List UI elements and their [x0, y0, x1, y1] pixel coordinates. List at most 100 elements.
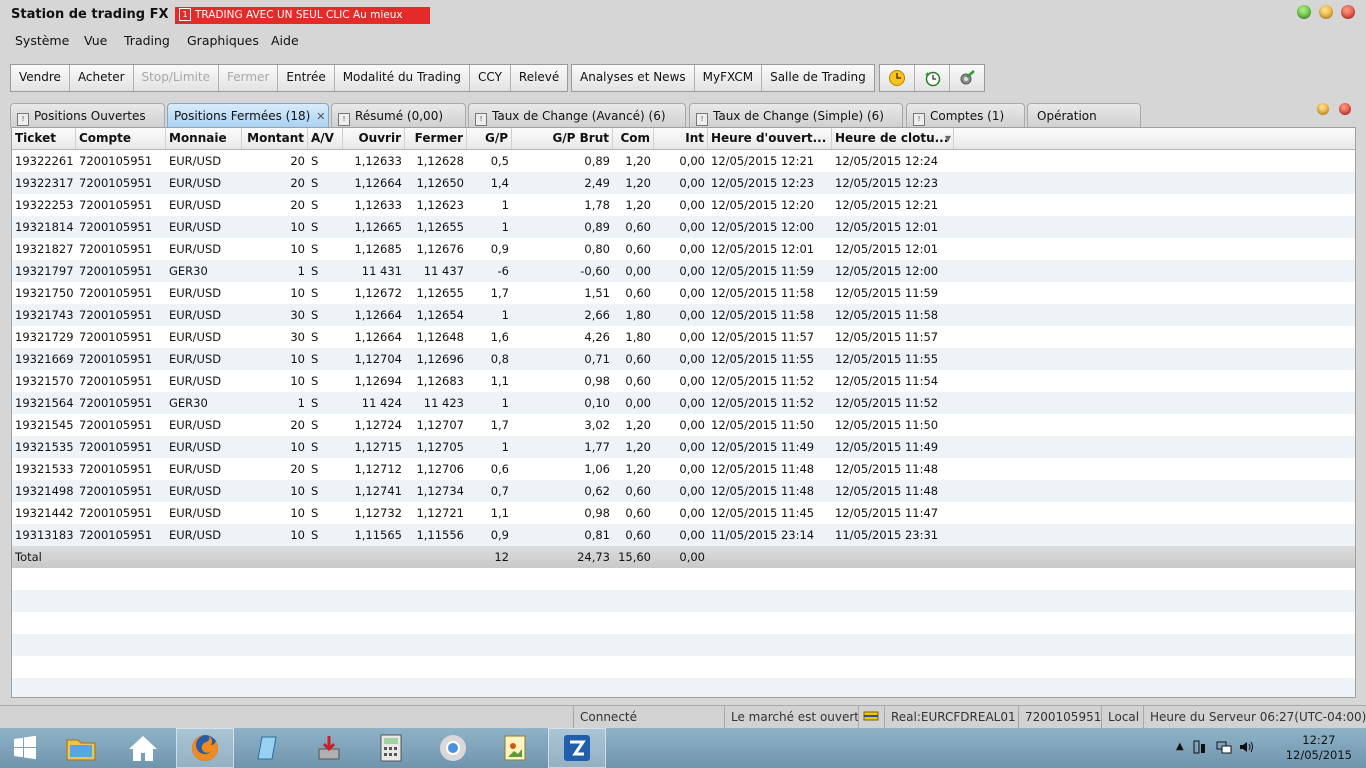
- table-row[interactable]: 19322261 7200105951 EUR/USD 20 S 1,12633 1,126…: [12, 150, 1355, 172]
- window-minimize-button[interactable]: [1319, 5, 1333, 19]
- table-row[interactable]: 19321669 7200105951 EUR/USD 10 S 1,12704 1,126…: [12, 348, 1355, 370]
- table-row[interactable]: 19321564 7200105951 GER30 1 S 11 424 11 423 1 0,…: [12, 392, 1355, 414]
- table-row[interactable]: 19321442 7200105951 EUR/USD 10 S 1,12732 1,127…: [12, 502, 1355, 524]
- cell-gp: 1: [501, 308, 509, 322]
- window-close-button[interactable]: [1341, 5, 1355, 19]
- cell-com: 1,20: [625, 462, 651, 476]
- action-center-icon[interactable]: [1192, 739, 1208, 755]
- window-maximize-button[interactable]: [1297, 5, 1311, 19]
- installer-icon[interactable]: [300, 728, 358, 768]
- cell-monnaie: GER30: [169, 264, 208, 278]
- cell-int: 0,00: [679, 264, 705, 278]
- settings-gear-icon[interactable]: [950, 65, 984, 91]
- system-clock[interactable]: 12:27 12/05/2015: [1286, 733, 1352, 763]
- table-row[interactable]: 19321814 7200105951 EUR/USD 10 S 1,12665 1,126…: [12, 216, 1355, 238]
- col-header-fermer[interactable]: Fermer: [405, 128, 467, 149]
- trading-mode-button[interactable]: Modalité du Trading: [335, 65, 471, 91]
- col-header-monnaie[interactable]: Monnaie: [166, 128, 242, 149]
- col-header-compte[interactable]: Compte: [76, 128, 166, 149]
- tab-taux-change-avance[interactable]: ! Taux de Change (Avancé) (6): [468, 103, 686, 127]
- col-header-ticket[interactable]: Ticket: [12, 128, 76, 149]
- menu-vue[interactable]: Vue: [84, 33, 107, 48]
- menu-systeme[interactable]: Système: [15, 33, 69, 48]
- col-header-ouvrir[interactable]: Ouvrir: [343, 128, 405, 149]
- fxcm-trading-station-icon[interactable]: [548, 728, 606, 768]
- cell-compte: 7200105951: [79, 154, 153, 168]
- one-click-trading-alert[interactable]: 1 TRADING AVEC UN SEUL CLIC Au mieux: [175, 7, 430, 24]
- table-row[interactable]: 19321533 7200105951 EUR/USD 20 S 1,12712 1,127…: [12, 458, 1355, 480]
- tab-positions-ouvertes[interactable]: ! Positions Ouvertes: [10, 103, 165, 127]
- firefox-icon[interactable]: [176, 728, 234, 768]
- tab-taux-change-simple[interactable]: ! Taux de Change (Simple) (6): [689, 103, 903, 127]
- col-header-montant[interactable]: Montant: [242, 128, 308, 149]
- col-header-gp-brut[interactable]: G/P Brut: [512, 128, 613, 149]
- file-explorer-icon[interactable]: [52, 728, 110, 768]
- chrome-icon[interactable]: [424, 728, 482, 768]
- table-row[interactable]: 19321535 7200105951 EUR/USD 10 S 1,12715 1,127…: [12, 436, 1355, 458]
- cell-av: S: [311, 374, 319, 388]
- cell-av: S: [311, 242, 319, 256]
- tab-positions-fermees[interactable]: Positions Fermées (18) ✕: [167, 103, 329, 127]
- cell-heure-cloture: 12/05/2015 12:00: [835, 264, 939, 278]
- image-viewer-icon[interactable]: [486, 728, 544, 768]
- tab-comptes[interactable]: ! Comptes (1): [906, 103, 1025, 127]
- col-header-av[interactable]: A/V: [308, 128, 343, 149]
- col-header-heure-ouverture[interactable]: Heure d'ouvert...: [708, 128, 832, 149]
- tab-resume[interactable]: ! Résumé (0,00): [331, 103, 466, 127]
- windows-start-icon[interactable]: [0, 728, 50, 768]
- cell-com: 0,60: [625, 506, 651, 520]
- clock-time: 12:27: [1302, 733, 1336, 747]
- cell-montant: 10: [290, 528, 305, 542]
- entry-order-button[interactable]: Entrée: [278, 65, 335, 91]
- table-row[interactable]: 19321545 7200105951 EUR/USD 20 S 1,12724 1,127…: [12, 414, 1355, 436]
- volume-icon[interactable]: [1238, 739, 1254, 755]
- close-position-button[interactable]: Fermer: [219, 65, 279, 91]
- ccy-button[interactable]: CCY: [470, 65, 511, 91]
- statement-button[interactable]: Relevé: [511, 65, 567, 91]
- stop-limit-button[interactable]: Stop/Limite: [134, 65, 220, 91]
- table-row[interactable]: 19321750 7200105951 EUR/USD 10 S 1,12672 1,126…: [12, 282, 1355, 304]
- analysis-news-button[interactable]: Analyses et News: [572, 65, 695, 91]
- home-icon[interactable]: [114, 728, 172, 768]
- table-row[interactable]: 19322317 7200105951 EUR/USD 20 S 1,12664 1,126…: [12, 172, 1355, 194]
- col-header-int[interactable]: Int: [654, 128, 708, 149]
- cell-fermer: 11 423: [423, 396, 464, 410]
- table-row[interactable]: 19321570 7200105951 EUR/USD 10 S 1,12694 1,126…: [12, 370, 1355, 392]
- total-gp: 12: [494, 550, 509, 564]
- table-row[interactable]: 19321797 7200105951 GER30 1 S 11 431 11 437 -6 -…: [12, 260, 1355, 282]
- cell-fermer: 1,12706: [416, 462, 464, 476]
- menu-aide[interactable]: Aide: [271, 33, 299, 48]
- table-row[interactable]: 19321827 7200105951 EUR/USD 10 S 1,12685 1,126…: [12, 238, 1355, 260]
- col-header-heure-cloture[interactable]: Heure de clotu... ▼: [832, 128, 954, 149]
- panel-minimize-button[interactable]: [1317, 103, 1329, 115]
- menu-graphiques[interactable]: Graphiques: [187, 33, 259, 48]
- col-header-com[interactable]: Com: [613, 128, 654, 149]
- table-row[interactable]: 19321743 7200105951 EUR/USD 30 S 1,12664 1,126…: [12, 304, 1355, 326]
- clock-icon[interactable]: [880, 65, 915, 91]
- panel-close-button[interactable]: [1339, 103, 1351, 115]
- trading-room-button[interactable]: Salle de Trading: [762, 65, 874, 91]
- table-row[interactable]: 19322253 7200105951 EUR/USD 20 S 1,12633 1,126…: [12, 194, 1355, 216]
- cell-gp: 1,7: [490, 286, 509, 300]
- cell-av: S: [311, 330, 319, 344]
- empty-row: [12, 590, 1355, 612]
- buy-button[interactable]: Acheter: [70, 65, 134, 91]
- close-tab-icon[interactable]: ✕: [316, 110, 325, 123]
- table-row[interactable]: 19321729 7200105951 EUR/USD 30 S 1,12664 1,126…: [12, 326, 1355, 348]
- calculator-icon[interactable]: [362, 728, 420, 768]
- notepad-icon[interactable]: [238, 728, 296, 768]
- table-row[interactable]: 19313183 7200105951 EUR/USD 10 S 1,11565 1,115…: [12, 524, 1355, 546]
- menu-trading[interactable]: Trading: [124, 33, 170, 48]
- myfxcm-button[interactable]: MyFXCM: [695, 65, 763, 91]
- sell-button[interactable]: Vendre: [11, 65, 70, 91]
- cell-int: 0,00: [679, 154, 705, 168]
- cell-ticket: 19321669: [15, 352, 74, 366]
- network-icon[interactable]: [1216, 739, 1232, 755]
- cell-compte: 7200105951: [79, 308, 153, 322]
- show-hidden-icons-icon[interactable]: ▲: [1176, 741, 1184, 752]
- table-row[interactable]: 19321498 7200105951 EUR/USD 10 S 1,12741 1,127…: [12, 480, 1355, 502]
- system-tray: ▲ 12:27 12/05/2015: [1176, 728, 1366, 768]
- tab-operation[interactable]: Opération: [1027, 103, 1141, 127]
- col-header-gp[interactable]: G/P: [467, 128, 512, 149]
- refresh-clock-icon[interactable]: [915, 65, 950, 91]
